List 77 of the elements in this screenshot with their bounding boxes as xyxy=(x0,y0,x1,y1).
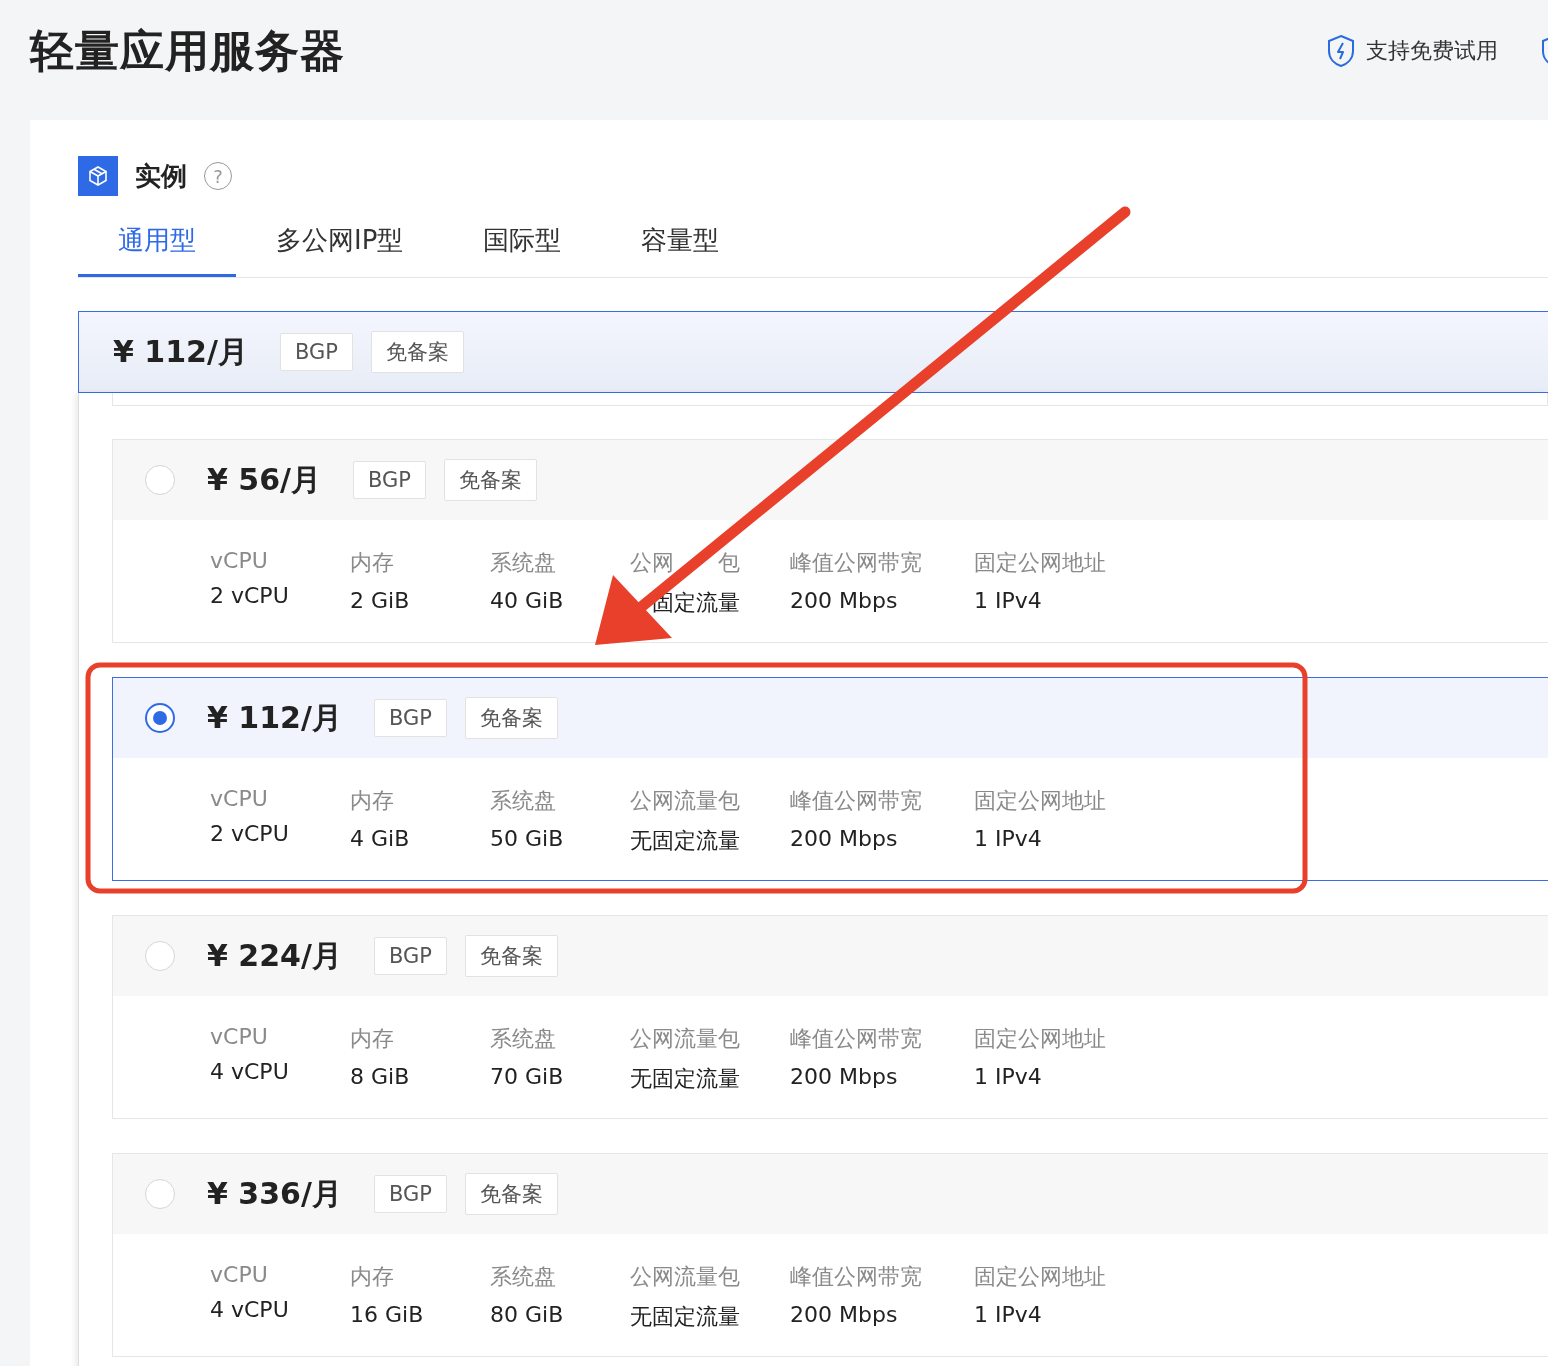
price: ¥ 56/月 xyxy=(207,460,322,499)
price: ¥ 112/月 xyxy=(113,332,248,371)
spec-label: 系统盘 xyxy=(490,1025,556,1053)
spec-value: 1 IPv4 xyxy=(974,1064,1042,1089)
tab[interactable]: 通用型 xyxy=(78,206,236,277)
spec-label: 峰值公网带宽 xyxy=(790,787,922,815)
tag: 免备案 xyxy=(370,331,464,373)
tab[interactable]: 国际型 xyxy=(443,206,602,277)
spec-label: 固定公网地址 xyxy=(974,787,1106,815)
spec-value: 80 GiB xyxy=(490,1302,564,1327)
price: ¥ 224/月 xyxy=(207,936,342,975)
tab[interactable]: 容量型 xyxy=(601,206,760,277)
spec-label: vCPU xyxy=(210,1024,268,1049)
spec-value: 1 IPv4 xyxy=(974,588,1042,613)
spec-label: vCPU xyxy=(210,1262,268,1287)
plan-card[interactable]: ¥ 112/月 BGP 免备案 vCPU 2 vCPU 内存 4 GiB 系统盘 50 GiB 公网流量包 无固定流量 峰值公网带宽 200 Mbps 固定公网地址 1 IPv4 xyxy=(112,677,1548,881)
spec-label: 内存 xyxy=(350,787,394,815)
plan-select[interactable]: ¥ 112/月 BGP 免备案 xyxy=(78,311,1548,393)
spec-label: vCPU xyxy=(210,548,268,573)
spec-value: 无固定流量 xyxy=(630,1065,740,1093)
page-title: 轻量应用服务器 xyxy=(30,23,345,78)
spec-value: 1 IPv4 xyxy=(974,826,1042,851)
spec-label: 内存 xyxy=(350,549,394,577)
spec-value: 1 IPv4 xyxy=(974,1302,1042,1327)
spec-value: 70 GiB xyxy=(490,1064,564,1089)
spec-value: 2 vCPU xyxy=(210,821,289,846)
tag: BGP xyxy=(279,333,353,371)
cube-icon xyxy=(78,156,118,196)
spec-value: 16 GiB xyxy=(350,1302,424,1327)
feature-label: 支持免费试用 xyxy=(1366,37,1498,65)
spec-label: 固定公网地址 xyxy=(974,549,1106,577)
spec-value: 200 Mbps xyxy=(790,826,898,851)
tag: BGP xyxy=(373,1175,447,1213)
tab[interactable]: 多公网IP型 xyxy=(236,206,444,277)
section-title: 实例 xyxy=(135,159,187,193)
spec-label: 系统盘 xyxy=(490,549,556,577)
price: ¥ 112/月 xyxy=(207,698,342,737)
spec-label: 系统盘 xyxy=(490,787,556,815)
spec-value: 40 GiB xyxy=(490,588,564,613)
spec-label: 系统盘 xyxy=(490,1263,556,1291)
spec-label: 公网流量包 xyxy=(630,1025,740,1053)
price: ¥ 336/月 xyxy=(207,1174,342,1213)
spec-value: 8 GiB xyxy=(350,1064,410,1089)
spec-value: 2 GiB xyxy=(350,588,410,613)
spec-value: 50 GiB xyxy=(490,826,564,851)
spec-value: 4 GiB xyxy=(350,826,410,851)
plan-card[interactable]: ¥ 224/月 BGP 免备案 vCPU 4 vCPU 内存 8 GiB 系统盘 70 GiB 公网流量包 无固定流量 峰值公网带宽 200 Mbps 固定公网地址 1 IPv4 xyxy=(112,915,1548,1119)
spec-label: 峰值公网带宽 xyxy=(790,1025,922,1053)
shield-lightning-icon xyxy=(1326,34,1356,68)
tag: BGP xyxy=(353,461,426,499)
spec-value: 200 Mbps xyxy=(790,588,898,613)
spec-value: 无固定流量 xyxy=(630,1303,740,1331)
spec-value: 4 vCPU xyxy=(210,1059,289,1084)
spec-label: 公网流量包 xyxy=(630,1263,740,1291)
tag: 免备案 xyxy=(444,459,537,501)
tag: BGP xyxy=(373,699,447,737)
spec-value: 200 Mbps xyxy=(790,1302,898,1327)
spec-value: 无固定流量 xyxy=(630,827,740,855)
spec-value: 200 Mbps xyxy=(790,1064,898,1089)
spec-label: 公网 xyxy=(630,549,674,577)
spec-label: 公网流量包 xyxy=(630,787,740,815)
spec-label: 固定公网地址 xyxy=(974,1263,1106,1291)
spec-label: 内存 xyxy=(350,1263,394,1291)
plan-card[interactable]: ¥ 336/月 BGP 免备案 vCPU 4 vCPU 内存 16 GiB 系统盘 80 GiB 公网流量包 无固定流量 峰值公网带宽 200 Mbps 固定公网地址 1 IPv4 xyxy=(112,1153,1548,1357)
spec-label: 峰值公网带宽 xyxy=(790,1263,922,1291)
spec-label: 包 xyxy=(718,549,740,577)
spec-label: 内存 xyxy=(350,1025,394,1053)
spec-label: 固定公网地址 xyxy=(974,1025,1106,1053)
tag: 免备案 xyxy=(464,1173,558,1215)
spec-value: 4 vCPU xyxy=(210,1297,289,1322)
tag: 免备案 xyxy=(464,935,558,977)
spec-label: vCPU xyxy=(210,786,268,811)
tag: 免备案 xyxy=(464,697,558,739)
spec-value: 2 vCPU xyxy=(210,583,289,608)
radio-button[interactable] xyxy=(145,703,175,733)
spec-label: 峰值公网带宽 xyxy=(790,549,922,577)
tag: BGP xyxy=(373,937,447,975)
